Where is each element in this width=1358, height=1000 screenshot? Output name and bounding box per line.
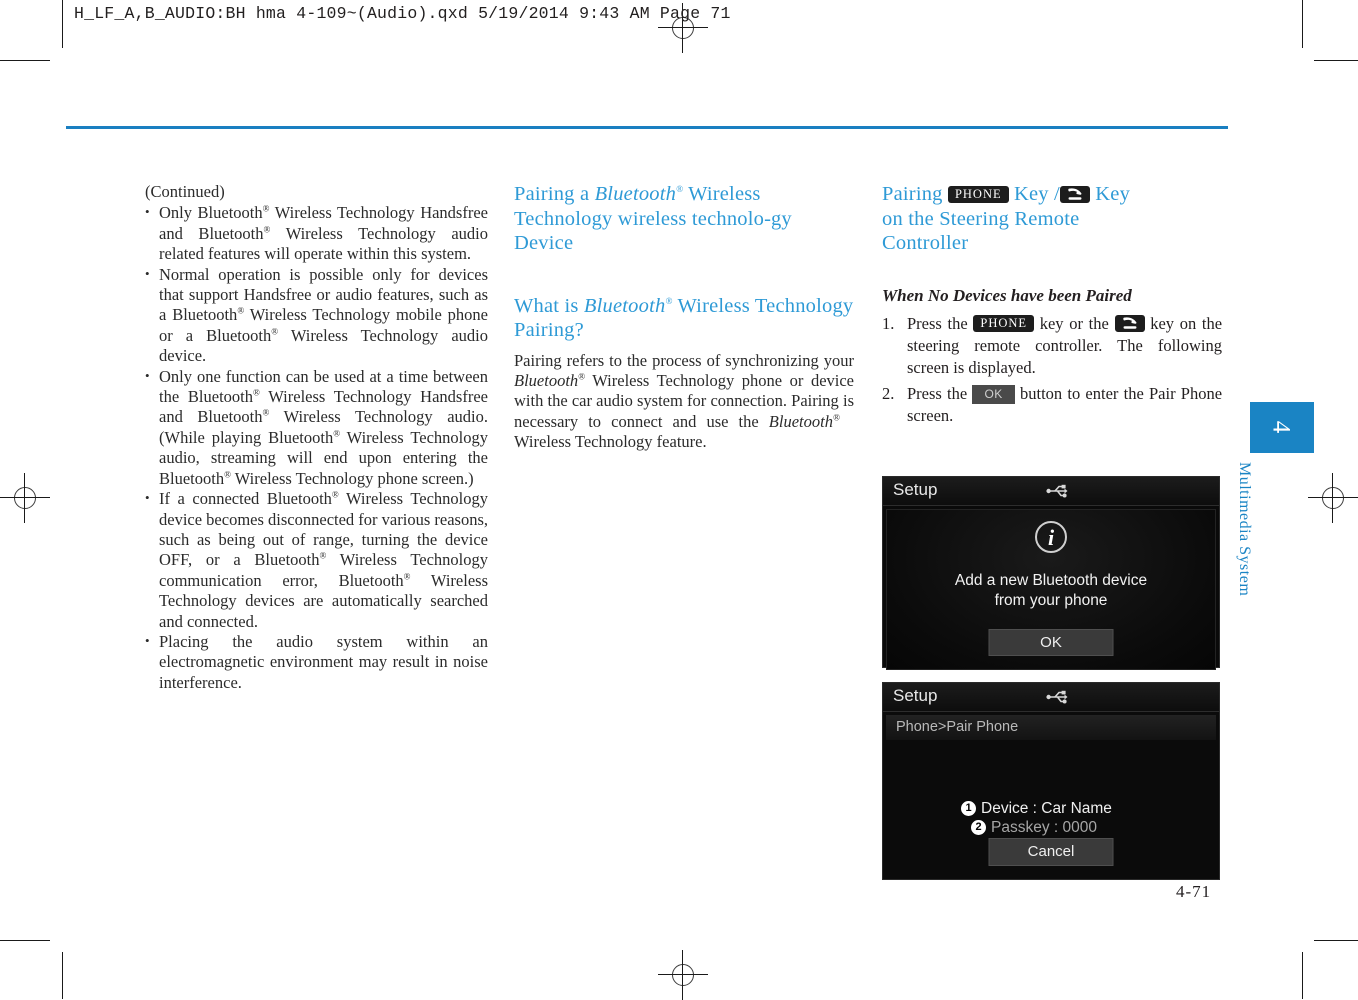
- device-title-bar: Setup: [883, 477, 1219, 506]
- step-text-b: key or the: [1039, 313, 1109, 333]
- breadcrumb: Phone>Pair Phone: [886, 715, 1216, 740]
- section-heading-pairing-key: Pairing PHONE Key / Key on the Steering …: [882, 182, 1222, 256]
- column-two: Pairing a Bluetooth® Wireless Technology…: [514, 182, 854, 453]
- device-title: Setup: [893, 686, 938, 705]
- bullet-text: Only one function can be used at a time …: [159, 366, 488, 488]
- section-heading-pairing-device: Pairing a Bluetooth® Wireless Technology…: [514, 183, 792, 254]
- subheading-no-devices-paired: When No Devices have been Paired: [882, 285, 1132, 305]
- phone-key-chip: PHONE: [973, 314, 1035, 332]
- pairing-description: Pairing refers to the process of synchro…: [514, 350, 855, 452]
- pairing-steps-list: 1. Press the PHONE key or the key on the…: [882, 313, 1222, 427]
- crop-mark-bottom-left-vertical: [62, 952, 63, 999]
- step-number: 1.: [882, 313, 895, 333]
- bullet-text: If a connected Bluetooth® Wireless Techn…: [159, 489, 488, 631]
- list-item: Normal operation is possible only for de…: [145, 264, 489, 367]
- device-screenshot-pair-phone: Setup Phone>Pair Phone 1 2 Device : Car …: [882, 682, 1220, 880]
- device-body: Phone>Pair Phone 1 2 Device : Car Name P…: [883, 712, 1219, 879]
- phone-handset-icon: [1068, 188, 1082, 200]
- list-item: 2. Press the OK button to enter the Pair…: [882, 383, 1222, 427]
- crop-mark-bottom-right-horizontal: [1314, 940, 1358, 941]
- column-one: (Continued) Only Bluetooth® Wireless Tec…: [145, 182, 488, 693]
- bullet-text: Normal operation is possible only for de…: [159, 264, 489, 366]
- bullet-text: Placing the audio system within an elect…: [159, 631, 488, 692]
- device-screenshot-add-bluetooth: Setup i Add a new Bluetooth device from …: [882, 476, 1220, 670]
- call-key-chip: [1059, 186, 1090, 203]
- device-message-line-1: Add a new Bluetooth device: [954, 572, 1148, 589]
- device-message: Add a new Bluetooth device from your pho…: [887, 571, 1215, 611]
- chapter-number: 4: [1267, 420, 1295, 434]
- section-heading-what-is-pairing: What is Bluetooth® Wireless Technology P…: [514, 294, 854, 342]
- device-title: Setup: [893, 480, 938, 499]
- column-three: Pairing PHONE Key / Key on the Steering …: [882, 182, 1222, 431]
- device-name-row: Device : Car Name: [981, 800, 1112, 817]
- list-item: If a connected Bluetooth® Wireless Techn…: [145, 488, 488, 632]
- call-key-chip: [1114, 314, 1145, 332]
- crop-mark-top-right-vertical: [1302, 0, 1303, 48]
- heading-line-3: Controller: [882, 232, 969, 254]
- header-rule: [66, 126, 1228, 129]
- heading-word-pairing: Pairing: [882, 183, 943, 205]
- continued-label: (Continued): [145, 182, 225, 201]
- ok-button-chip: OK: [972, 384, 1015, 404]
- list-item: 1. Press the PHONE key or the key on the…: [882, 313, 1222, 379]
- device-message-line-2: from your phone: [994, 592, 1108, 609]
- cancel-button[interactable]: Cancel: [988, 838, 1114, 866]
- heading-key-word: Key: [1095, 183, 1131, 205]
- list-item: Placing the audio system within an elect…: [145, 631, 488, 693]
- heading-line-2: on the Steering Remote: [882, 207, 1080, 230]
- step-text-a: Press the: [907, 313, 968, 333]
- crop-mark-top-left-vertical: [62, 0, 63, 48]
- usb-icon: [1046, 484, 1068, 503]
- step-number: 2.: [882, 383, 895, 403]
- list-item: Only one function can be used at a time …: [145, 366, 488, 489]
- device-body: i Add a new Bluetooth device from your p…: [886, 509, 1216, 670]
- info-icon: i: [1035, 521, 1067, 553]
- passkey-row: Passkey : 0000: [991, 819, 1097, 836]
- notes-bullet-list: Only Bluetooth® Wireless Technology Hand…: [145, 202, 489, 693]
- crop-mark-top-left-horizontal: [0, 60, 50, 61]
- callout-marker-1: 1: [961, 801, 976, 816]
- phone-handset-icon: [1122, 316, 1137, 329]
- phone-key-chip: PHONE: [947, 186, 1009, 203]
- ok-button[interactable]: OK: [988, 629, 1114, 656]
- bullet-text: Only Bluetooth® Wireless Technology Hand…: [159, 203, 488, 264]
- crop-mark-top-right-horizontal: [1314, 60, 1358, 61]
- crop-mark-bottom-right-vertical: [1302, 952, 1303, 999]
- device-title-bar: Setup: [883, 683, 1219, 712]
- print-file-stamp: H_LF_A,B_AUDIO:BH hma 4-109~(Audio).qxd …: [74, 4, 731, 23]
- crop-mark-bottom-left-horizontal: [0, 940, 50, 941]
- chapter-label: Multimedia System: [1236, 462, 1253, 597]
- step-text-a: Press the: [907, 383, 968, 403]
- chapter-tab: 4: [1250, 402, 1314, 453]
- list-item: Only Bluetooth® Wireless Technology Hand…: [145, 202, 488, 264]
- page-number: 4-71: [1176, 882, 1212, 901]
- callout-marker-2: 2: [971, 820, 986, 835]
- usb-icon: [1046, 690, 1068, 709]
- heading-key-slash: Key /: [1013, 183, 1060, 205]
